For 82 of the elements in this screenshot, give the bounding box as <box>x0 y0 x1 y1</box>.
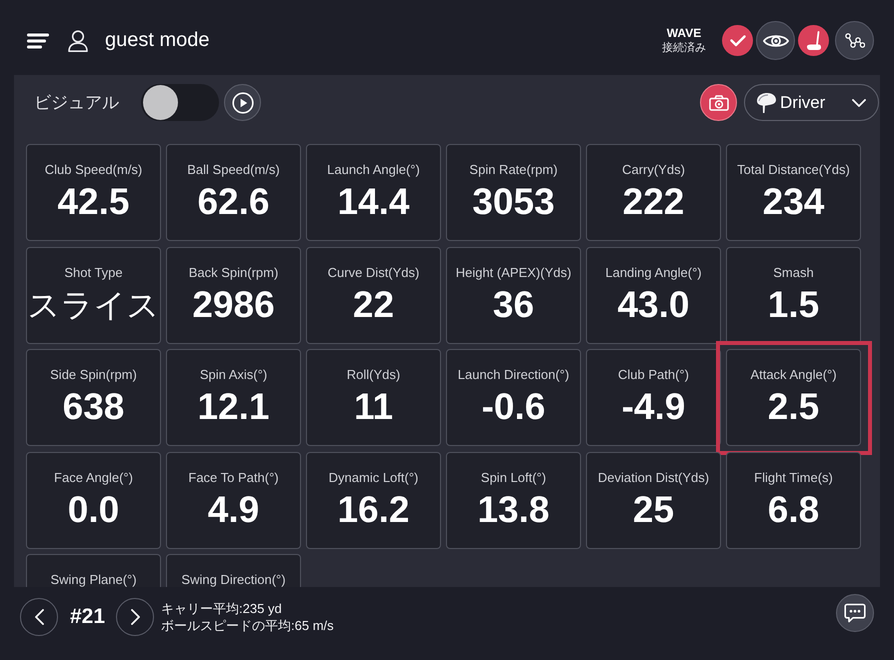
metric-label: Back Spin(rpm) <box>188 264 278 282</box>
metric-label: Launch Angle(°) <box>327 161 420 179</box>
visual-label: ビジュアル <box>34 92 119 114</box>
metric-value: 1.5 <box>768 284 820 326</box>
metric-label: Spin Axis(°) <box>200 366 268 384</box>
view-button[interactable] <box>756 21 795 60</box>
metric-value: 6.8 <box>768 488 820 530</box>
metric-label: Club Speed(m/s) <box>44 161 142 179</box>
metric-value: 13.8 <box>477 488 550 530</box>
metric-value: 4.9 <box>208 488 260 530</box>
metric-label: Swing Plane(°) <box>50 571 137 587</box>
club-head-icon <box>755 92 777 114</box>
metric-value: 12.1 <box>197 386 270 428</box>
play-icon <box>232 92 254 114</box>
nodes-icon <box>844 32 864 48</box>
metric-value: スライス <box>28 286 160 324</box>
chevron-left-icon <box>34 609 44 625</box>
metric-label: Face Angle(°) <box>54 468 133 486</box>
metric-label: Roll(Yds) <box>346 366 400 384</box>
next-button[interactable] <box>116 598 154 636</box>
metric-value: 42.5 <box>57 181 130 223</box>
menu-button[interactable] <box>27 32 49 48</box>
metric-value: 3053 <box>472 181 555 223</box>
network-button[interactable] <box>835 21 874 60</box>
metric-label: Smash <box>773 264 814 282</box>
metric-value: 638 <box>62 386 124 428</box>
metric-value: 2986 <box>192 284 275 326</box>
metric-label: Dynamic Loft(°) <box>328 468 418 486</box>
metric-value: 62.6 <box>197 181 270 223</box>
device-name: WAVE <box>666 26 702 40</box>
camera-button[interactable] <box>700 84 737 121</box>
metric-value: 22 <box>352 284 394 326</box>
metric-label: Side Spin(rpm) <box>50 366 137 384</box>
chevron-down-icon <box>852 98 866 106</box>
metric-label: Attack Angle(°) <box>750 366 837 384</box>
eye-icon <box>762 32 788 48</box>
putter-button[interactable] <box>798 25 829 56</box>
club-dropdown[interactable]: Driver <box>744 84 879 121</box>
metric-label: Shot Type <box>64 264 123 282</box>
metric-label: Curve Dist(Yds) <box>328 264 420 282</box>
metric-label: Deviation Dist(Yds) <box>598 468 710 486</box>
metric-value: 234 <box>762 181 824 223</box>
metric-label: Height (APEX)(Yds) <box>456 264 572 282</box>
summary-text: ボールスピードの平均:65 m/s <box>161 617 334 634</box>
chat-button[interactable] <box>836 594 874 632</box>
chevron-right-icon <box>130 609 140 625</box>
check-button[interactable] <box>722 25 753 56</box>
previous-button[interactable] <box>20 598 58 636</box>
metric-label: Total Distance(Yds) <box>737 161 850 179</box>
metric-value: 43.0 <box>617 284 690 326</box>
metric-label: Launch Direction(°) <box>458 366 570 384</box>
golf-club-icon <box>806 30 822 50</box>
metric-value: 36 <box>492 284 534 326</box>
play-button[interactable] <box>224 84 261 121</box>
metric-value: -0.6 <box>482 386 546 428</box>
camera-icon <box>708 94 728 110</box>
metric-value: 25 <box>632 488 674 530</box>
metric-value: 11 <box>354 386 394 428</box>
metric-label: Swing Direction(°) <box>181 571 286 587</box>
chat-icon <box>844 603 866 623</box>
person-icon <box>68 30 88 52</box>
metric-label: Landing Angle(°) <box>605 264 702 282</box>
check-icon <box>730 34 746 46</box>
metric-label: Flight Time(s) <box>754 468 833 486</box>
metric-label: Spin Rate(rpm) <box>469 161 558 179</box>
metric-value: 14.4 <box>337 181 410 223</box>
metric-label: Carry(Yds) <box>622 161 685 179</box>
menu-icon <box>27 32 49 48</box>
metric-value: 16.2 <box>337 488 410 530</box>
metric-label: Club Path(°) <box>618 366 689 384</box>
visual-toggle[interactable] <box>141 84 219 121</box>
connection-status: 接続済み <box>662 40 706 56</box>
metric-label: Spin Loft(°) <box>480 468 546 486</box>
shot-number: #21 <box>70 604 106 630</box>
metric-value: 2.5 <box>768 386 820 428</box>
metric-label: Ball Speed(m/s) <box>187 161 280 179</box>
user-name: guest mode <box>105 29 210 52</box>
summary-text: キャリー平均:235 yd <box>161 600 283 617</box>
metric-label: Face To Path(°) <box>188 468 279 486</box>
metric-value: 222 <box>622 181 684 223</box>
metric-value: 0.0 <box>68 488 120 530</box>
metric-value: -4.9 <box>622 386 686 428</box>
